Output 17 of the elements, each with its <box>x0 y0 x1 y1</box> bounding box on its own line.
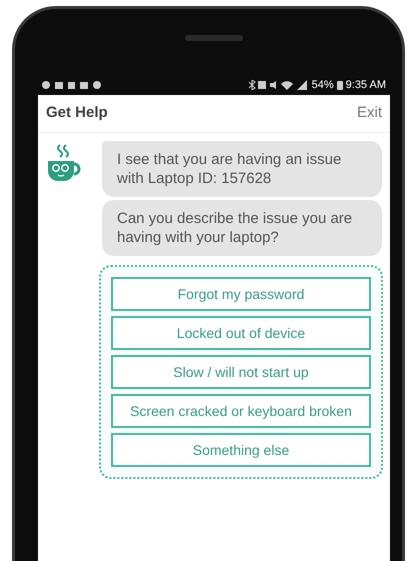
chat-bubble: Can you describe the issue you are having with your laptop? <box>102 200 382 256</box>
bluetooth-icon <box>248 80 256 90</box>
battery-icon <box>336 80 343 90</box>
mute-icon <box>270 81 276 89</box>
option-button[interactable]: Screen cracked or keyboard broken <box>111 394 371 428</box>
option-button[interactable]: Something else <box>111 433 371 467</box>
speaker-slot <box>185 35 243 41</box>
page-title: Get Help <box>46 103 108 124</box>
option-button[interactable]: Forgot my password <box>111 277 371 311</box>
option-button[interactable]: Locked out of device <box>111 316 371 350</box>
wifi-icon <box>280 81 293 90</box>
clock: 9:35 AM <box>346 78 386 93</box>
exit-button[interactable]: Exit <box>356 102 382 125</box>
battery-level: 54% <box>312 78 334 93</box>
signal-icon <box>296 80 307 90</box>
chat-bubble: I see that you are having an issue with Laptop ID: 157628 <box>102 141 382 197</box>
option-button[interactable]: Slow / will not start up <box>111 355 371 389</box>
